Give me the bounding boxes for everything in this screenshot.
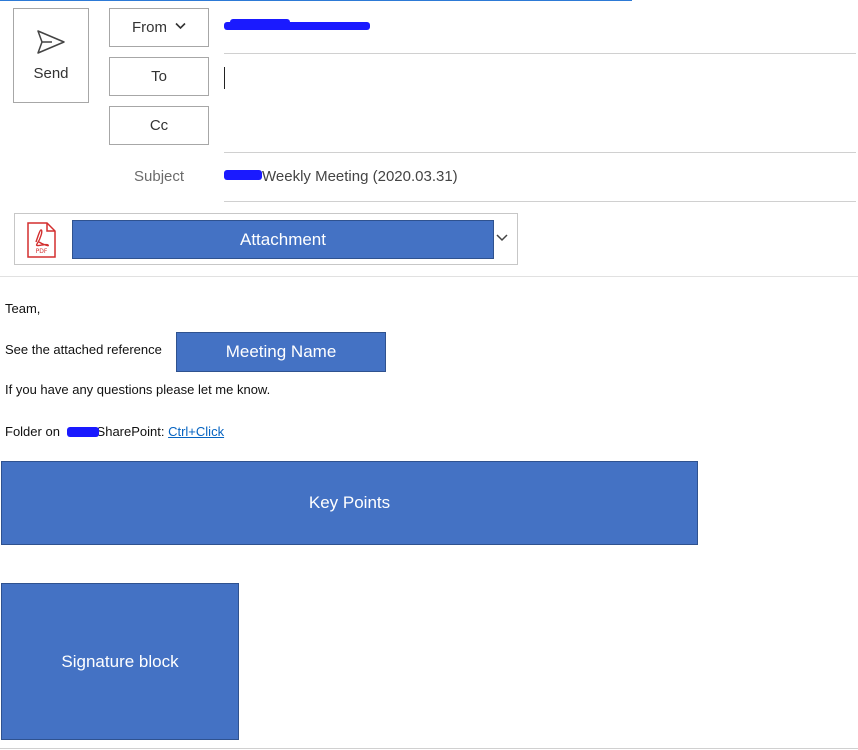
subject-label: Subject — [134, 168, 185, 185]
cc-divider — [224, 152, 856, 153]
cc-button[interactable]: Cc — [109, 106, 209, 145]
send-button[interactable]: Send — [13, 8, 89, 103]
folder-suffix: SharePoint: — [96, 424, 169, 439]
to-field[interactable] — [224, 64, 856, 94]
send-label: Send — [33, 65, 69, 82]
pdf-icon-text: PDF — [36, 248, 48, 255]
text-caret — [224, 67, 225, 89]
pdf-icon: PDF — [26, 222, 56, 258]
send-icon — [37, 30, 65, 54]
from-divider — [224, 53, 856, 54]
bottom-divider — [0, 748, 858, 749]
greeting-text: Team, — [5, 301, 41, 316]
to-label: To — [151, 68, 167, 85]
chevron-down-icon[interactable] — [495, 230, 509, 244]
reference-text: See the attached reference — [5, 342, 162, 357]
cc-field[interactable] — [224, 112, 856, 142]
questions-text: If you have any questions please let me … — [5, 382, 271, 397]
chevron-down-icon — [175, 21, 186, 33]
key-points-placeholder: Key Points — [1, 461, 698, 545]
subject-field[interactable]: Weekly Meeting (2020.03.31) — [224, 168, 458, 185]
from-address-redacted — [224, 19, 370, 33]
subject-divider — [224, 201, 856, 202]
subject-text: Weekly Meeting (2020.03.31) — [262, 168, 458, 185]
attachment-card[interactable]: PDF Attachment — [14, 213, 518, 265]
sharepoint-link[interactable]: Ctrl+Click — [168, 424, 224, 439]
attachment-name: Attachment — [72, 220, 494, 259]
to-field-focus-underline — [0, 0, 632, 1]
to-button[interactable]: To — [109, 57, 209, 96]
body-separator — [0, 276, 858, 277]
folder-prefix: Folder on — [5, 424, 60, 439]
cc-label: Cc — [149, 117, 169, 134]
meeting-name-placeholder: Meeting Name — [176, 332, 386, 372]
signature-block-placeholder: Signature block — [1, 583, 239, 740]
from-button[interactable]: From — [109, 8, 209, 47]
folder-redaction — [66, 426, 99, 437]
from-label: From — [132, 19, 167, 36]
subject-redaction — [224, 170, 262, 181]
folder-line: Folder on SharePoint: Ctrl+Click — [5, 424, 224, 439]
